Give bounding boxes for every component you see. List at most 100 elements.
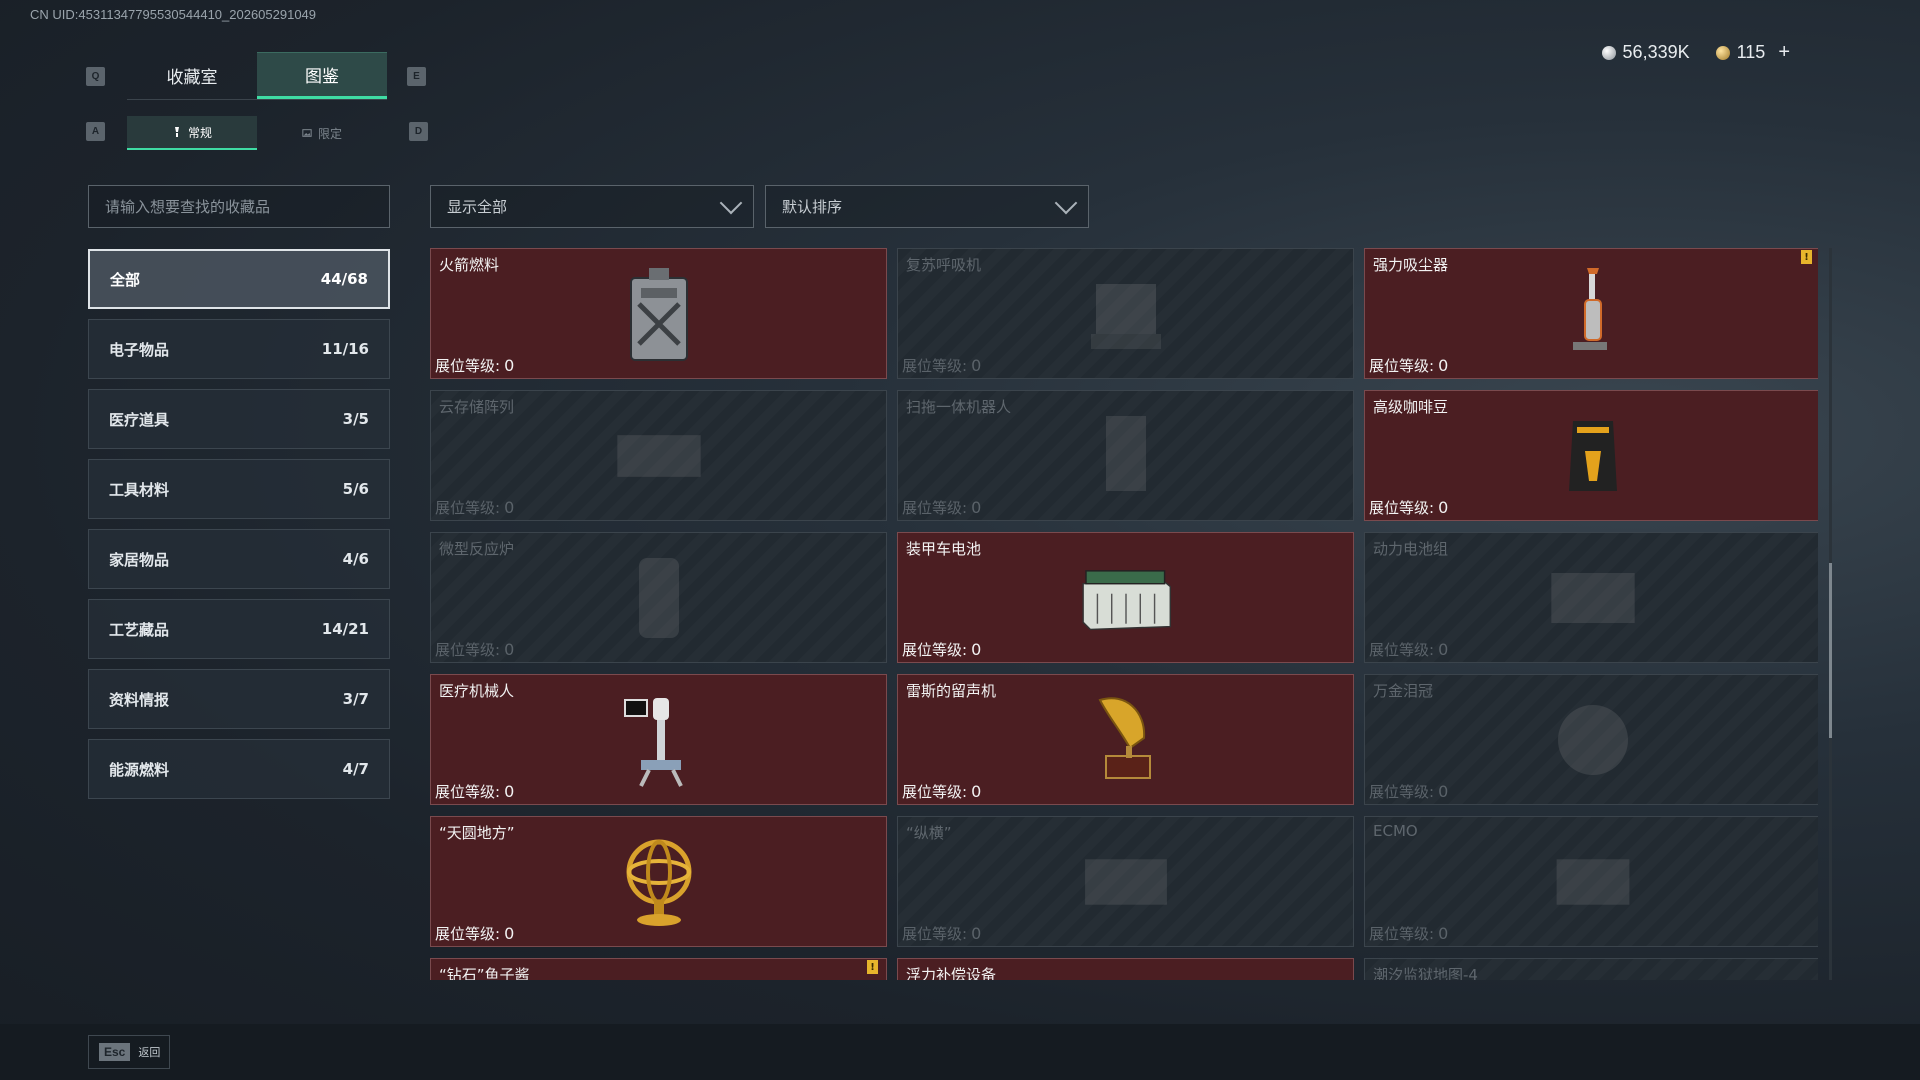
item-name: 万金泪冠 bbox=[1373, 682, 1434, 700]
level-value: 0 bbox=[504, 640, 515, 659]
collection-card[interactable]: 潮汐监狱地图-4 bbox=[1364, 958, 1818, 980]
collection-card[interactable]: 云存储阵列 展位等级: 0 bbox=[430, 390, 887, 521]
battery-icon bbox=[1076, 548, 1176, 648]
collection-card[interactable]: 火箭燃料展位等级: 0 bbox=[430, 248, 887, 379]
collection-card[interactable]: “纵横” 展位等级: 0 bbox=[897, 816, 1354, 947]
medical-robot-icon bbox=[609, 690, 709, 790]
level-value: 0 bbox=[504, 356, 515, 375]
bottom-bar bbox=[0, 1024, 1920, 1080]
level-value: 0 bbox=[504, 498, 515, 517]
sub-tabs: 常规 限定 bbox=[127, 116, 387, 150]
category-item[interactable]: 工具材料 5/6 bbox=[88, 459, 390, 519]
tab-catalog[interactable]: 图鉴 bbox=[257, 52, 387, 99]
item-name: 扫拖一体机器人 bbox=[906, 398, 1012, 416]
level-value: 0 bbox=[1438, 924, 1449, 943]
esc-key-hint: Esc bbox=[99, 1043, 131, 1061]
level-value: 0 bbox=[971, 498, 982, 517]
collection-card[interactable]: 强力吸尘器 展位等级: 0! bbox=[1364, 248, 1818, 379]
item-level: 展位等级: 0 bbox=[435, 781, 514, 802]
item-level: 展位等级: 0 bbox=[435, 923, 514, 944]
item-level: 展位等级: 0 bbox=[902, 355, 981, 376]
gold-coin-icon bbox=[1715, 45, 1730, 60]
category-item[interactable]: 全部 44/68 bbox=[88, 249, 390, 309]
chevron-down-icon bbox=[719, 191, 743, 214]
collection-card[interactable]: 万金泪冠展位等级: 0 bbox=[1364, 674, 1818, 805]
collection-card[interactable]: 装甲车电池 展位等级: 0 bbox=[897, 532, 1354, 663]
q-key-hint: Q bbox=[86, 67, 105, 86]
category-item[interactable]: 医疗道具 3/5 bbox=[88, 389, 390, 449]
add-currency-button[interactable]: + bbox=[1778, 41, 1790, 64]
level-label: 展位等级: bbox=[435, 641, 501, 659]
category-label: 电子物品 bbox=[109, 340, 170, 359]
category-label: 资料情报 bbox=[109, 690, 170, 709]
filter-dropdown[interactable]: 显示全部 bbox=[430, 185, 754, 228]
item-name: “纵横” bbox=[906, 824, 952, 842]
level-label: 展位等级: bbox=[902, 357, 968, 375]
bcd-icon bbox=[1076, 974, 1176, 981]
search-input[interactable] bbox=[88, 185, 390, 228]
category-item[interactable]: 资料情报 3/7 bbox=[88, 669, 390, 729]
level-label: 展位等级: bbox=[435, 357, 501, 375]
category-count: 14/21 bbox=[321, 620, 369, 638]
item-name: 强力吸尘器 bbox=[1373, 256, 1449, 274]
collection-card[interactable]: ECMO 展位等级: 0 bbox=[1364, 816, 1818, 947]
level-label: 展位等级: bbox=[902, 499, 968, 517]
collection-card[interactable]: 扫拖一体机器人展位等级: 0 bbox=[897, 390, 1354, 521]
item-name: 动力电池组 bbox=[1373, 540, 1449, 558]
item-level: 展位等级: 0 bbox=[1369, 923, 1448, 944]
item-name: 火箭燃料 bbox=[439, 256, 500, 274]
item-name: 高级咖啡豆 bbox=[1373, 398, 1449, 416]
category-label: 家居物品 bbox=[109, 550, 170, 569]
collection-card[interactable]: 微型反应炉展位等级: 0 bbox=[430, 532, 887, 663]
item-name: 潮汐监狱地图-4 bbox=[1373, 966, 1478, 980]
chevron-down-icon bbox=[1054, 191, 1078, 214]
level-label: 展位等级: bbox=[1369, 783, 1435, 801]
item-name: 雷斯的留声机 bbox=[906, 682, 997, 700]
category-count: 3/5 bbox=[342, 410, 369, 428]
collection-card[interactable]: 浮力补偿设备 bbox=[897, 958, 1354, 980]
map-icon bbox=[1543, 974, 1643, 981]
item-name: 医疗机械人 bbox=[439, 682, 515, 700]
sort-dropdown[interactable]: 默认排序 bbox=[765, 185, 1089, 228]
a-key-hint: A bbox=[86, 122, 105, 141]
category-item[interactable]: 工艺藏品 14/21 bbox=[88, 599, 390, 659]
category-count: 3/7 bbox=[342, 690, 369, 708]
category-count: 4/6 bbox=[342, 550, 369, 568]
category-list: 全部 44/68 电子物品 11/16 医疗道具 3/5 工具材料 5/6 家居物品 4/6 工艺藏… bbox=[88, 249, 390, 809]
currency-bar: 56,339K 115 + bbox=[1601, 41, 1790, 64]
level-value: 0 bbox=[504, 782, 515, 801]
collection-card[interactable]: “钻石”鱼子酱! bbox=[430, 958, 887, 980]
category-item[interactable]: 能源燃料 4/7 bbox=[88, 739, 390, 799]
tab-limited[interactable]: 限定 bbox=[257, 116, 387, 150]
gold-currency: 115 + bbox=[1715, 41, 1790, 64]
grid-scrollbar[interactable] bbox=[1829, 248, 1832, 980]
scrollbar-thumb[interactable] bbox=[1829, 563, 1832, 738]
tab-collection-room[interactable]: 收藏室 bbox=[127, 52, 257, 99]
d-key-hint: D bbox=[409, 122, 428, 141]
collection-card[interactable]: 雷斯的留声机 展位等级: 0 bbox=[897, 674, 1354, 805]
tab-limited-label: 限定 bbox=[317, 126, 342, 141]
silver-coin-icon bbox=[1601, 45, 1616, 60]
tab-regular[interactable]: 常规 bbox=[127, 116, 257, 150]
level-label: 展位等级: bbox=[902, 641, 968, 659]
storage-array-icon bbox=[609, 406, 709, 506]
item-level: 展位等级: 0 bbox=[1369, 781, 1448, 802]
category-count: 5/6 bbox=[342, 480, 369, 498]
item-name: 微型反应炉 bbox=[439, 540, 515, 558]
vacuum-icon bbox=[1543, 264, 1643, 364]
collection-card[interactable]: 复苏呼吸机 展位等级: 0 bbox=[897, 248, 1354, 379]
gramophone-icon bbox=[1076, 690, 1176, 790]
category-item[interactable]: 家居物品 4/6 bbox=[88, 529, 390, 589]
item-name: 云存储阵列 bbox=[439, 398, 515, 416]
armillary-sphere-icon bbox=[609, 832, 709, 932]
back-button[interactable]: Esc 返回 bbox=[88, 1035, 170, 1069]
top-tabs: 收藏室 图鉴 bbox=[127, 52, 387, 100]
collection-card[interactable]: 高级咖啡豆展位等级: 0 bbox=[1364, 390, 1818, 521]
category-item[interactable]: 电子物品 11/16 bbox=[88, 319, 390, 379]
item-level: 展位等级: 0 bbox=[1369, 497, 1448, 518]
collection-card[interactable]: 动力电池组 展位等级: 0 bbox=[1364, 532, 1818, 663]
level-value: 0 bbox=[1438, 640, 1449, 659]
category-label: 医疗道具 bbox=[109, 410, 170, 429]
collection-card[interactable]: 医疗机械人展位等级: 0 bbox=[430, 674, 887, 805]
collection-card[interactable]: “天圆地方” 展位等级: 0 bbox=[430, 816, 887, 947]
